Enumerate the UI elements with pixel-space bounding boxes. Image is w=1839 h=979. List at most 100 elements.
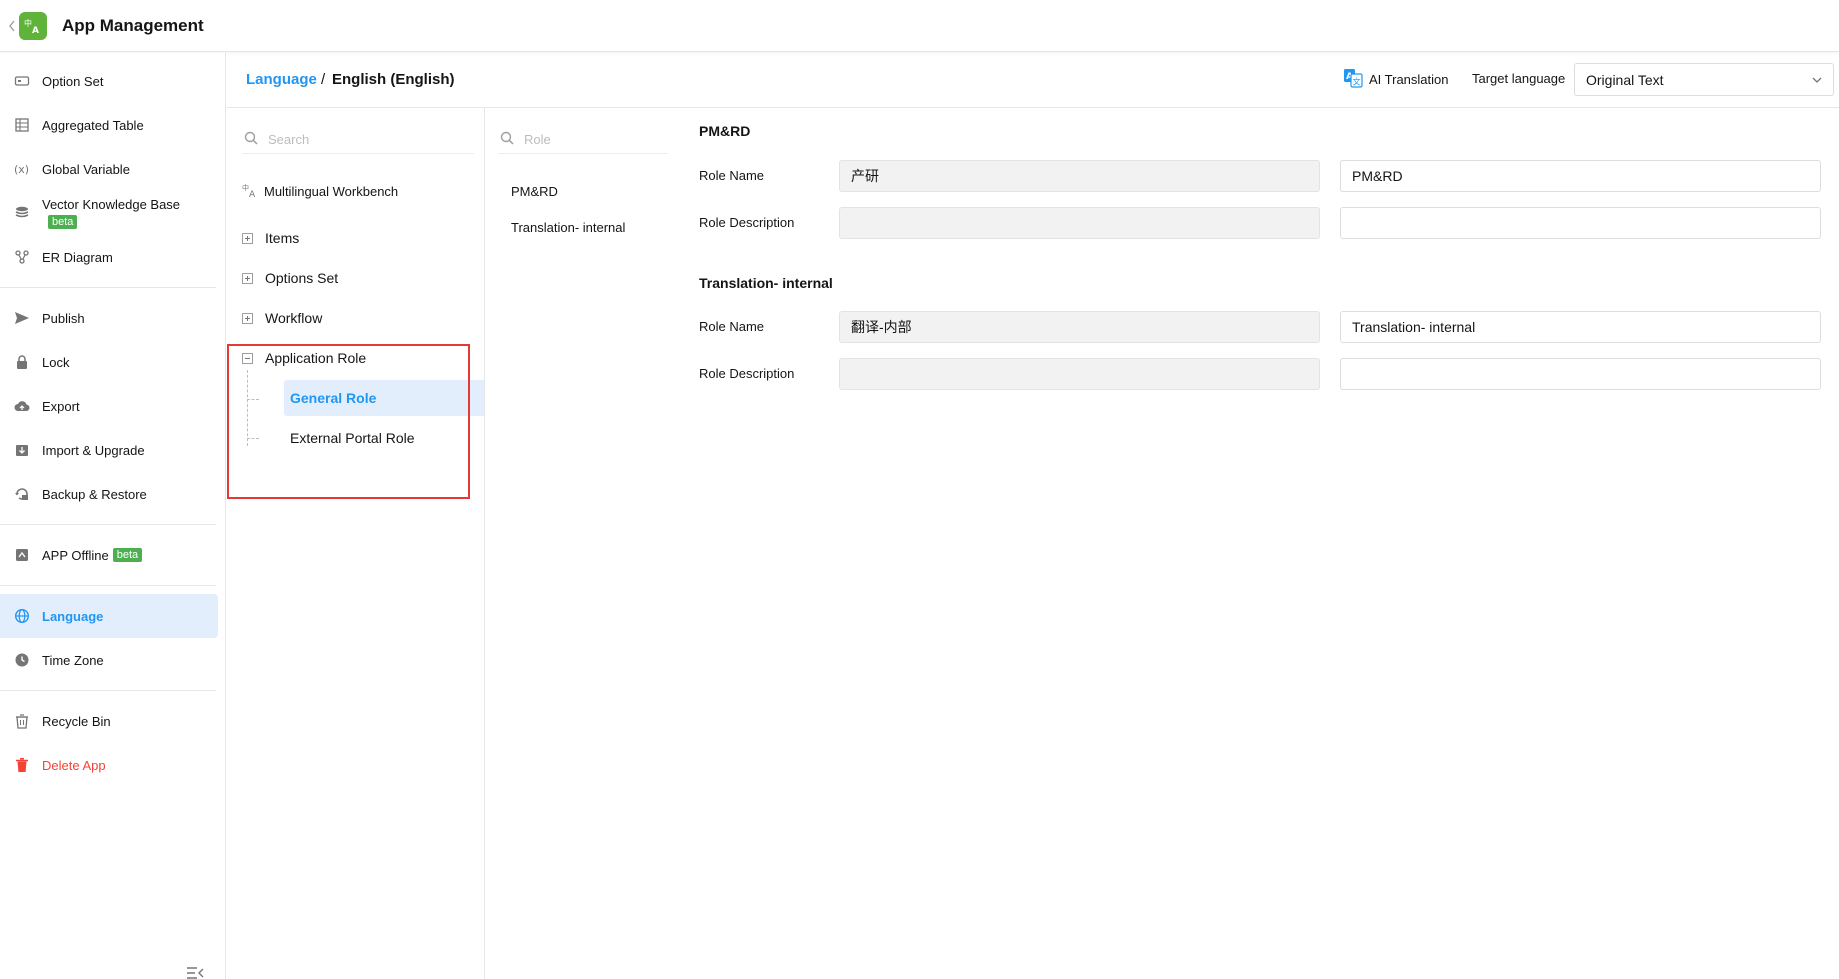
workbench-translate-icon: 中A [242,182,258,201]
sidebar-item-aggregated-table[interactable]: Aggregated Table [0,103,218,147]
clock-icon [14,652,30,668]
sidebar-item-label: Aggregated Table [42,117,144,133]
svg-text:A: A [249,190,256,198]
tree-node-label: Options Set [265,270,339,286]
tree-search-input[interactable] [268,132,448,147]
sidebar-item-label: APP Offline [42,547,109,563]
sidebar-item-label: Option Set [42,73,104,89]
section-title-pmrd: PM&RD [699,123,751,139]
sidebar-item-label: Language [42,608,104,624]
tree-node-options-set[interactable]: Options Set [242,264,338,292]
role-name-translation-input[interactable] [1340,160,1821,192]
role-item-translation-internal[interactable]: Translation- internal [511,216,625,238]
sidebar-item-label: Export [42,398,80,414]
breadcrumb-separator: / [321,71,326,88]
sidebar-item-time-zone[interactable]: Time Zone [0,638,218,682]
trash-icon [14,757,30,773]
sidebar-item-import-upgrade[interactable]: Import & Upgrade [0,428,218,472]
app-header: 中 A App Management [0,0,1839,52]
sidebar-item-global-variable[interactable]: (x) Global Variable [0,147,218,191]
role-description-label: Role Description [699,215,795,230]
role-search-input[interactable] [524,132,654,147]
globe-icon [14,608,30,624]
role-description-original [839,207,1320,239]
sidebar-item-label: Import & Upgrade [42,442,145,458]
search-icon [244,131,258,148]
role-name-original: 产研 [839,160,1320,192]
sidebar-item-label: Lock [42,354,70,370]
role-list-panel: PM&RD Translation- internal [486,108,686,979]
search-icon [500,131,514,148]
tree-node-items[interactable]: Items [242,224,299,252]
section-title-translation-internal: Translation- internal [699,275,833,291]
role-search [498,126,668,154]
offline-icon [14,547,30,563]
tree-search [242,126,474,154]
breadcrumb-language-link[interactable]: Language [246,71,317,88]
tree-node-workflow[interactable]: Workflow [242,304,322,332]
sidebar-item-export[interactable]: Export [0,384,218,428]
table-icon [14,117,30,133]
sidebar-item-language[interactable]: Language [0,594,218,638]
role-item-pmrd[interactable]: PM&RD [511,180,558,202]
option-set-icon [14,73,30,89]
app-logo-icon: 中 A [19,12,47,40]
multilingual-workbench-link[interactable]: 中A Multilingual Workbench [242,180,398,202]
expand-icon[interactable] [242,312,253,324]
cloud-upload-icon [14,398,30,414]
sidebar-item-label: Publish [42,310,85,326]
recycle-bin-icon [14,713,30,729]
sidebar-item-publish[interactable]: Publish [0,296,218,340]
sidebar-divider [0,287,216,288]
role-name-original: 翻译-内部 [839,311,1320,343]
svg-text:中: 中 [24,18,32,28]
chevron-down-icon [1811,73,1823,89]
variable-icon: (x) [14,161,30,177]
expand-icon[interactable] [242,272,253,284]
beta-badge: beta [112,548,143,562]
target-language-label: Target language [1472,71,1566,86]
sidebar-item-delete-app[interactable]: Delete App [0,743,218,787]
workbench-label: Multilingual Workbench [264,183,399,199]
collapse-sidebar-icon[interactable] [186,966,204,979]
svg-text:文: 文 [1353,76,1361,86]
database-icon [14,205,30,221]
ai-translation-button[interactable]: A文 AI Translation [1343,68,1449,90]
beta-badge: beta [48,215,78,229]
role-name-label: Role Name [699,168,765,183]
svg-text:A: A [32,26,39,36]
expand-icon[interactable] [242,232,253,244]
sidebar-item-lock[interactable]: Lock [0,340,218,384]
sidebar-item-er-diagram[interactable]: ER Diagram [0,235,218,279]
sidebar-item-recycle-bin[interactable]: Recycle Bin [0,699,218,743]
er-diagram-icon [14,249,30,265]
sidebar-divider [0,585,216,586]
ai-translation-label: AI Translation [1369,71,1449,87]
breadcrumb-current: English (English) [332,71,455,88]
app-title: App Management [62,16,204,35]
role-name-translation-input[interactable] [1340,311,1821,343]
sidebar-item-label: Recycle Bin [42,713,111,729]
sidebar: Option Set Aggregated Table (x) Global V… [0,53,226,979]
role-description-translation-input[interactable] [1340,207,1821,239]
role-description-translation-input[interactable] [1340,358,1821,390]
target-language-select[interactable]: Original Text [1574,63,1834,96]
svg-text:(x): (x) [14,163,29,176]
sidebar-item-option-set[interactable]: Option Set [0,59,218,103]
back-chevron-icon[interactable] [8,19,16,33]
highlight-annotation-box [227,344,470,499]
sidebar-item-label: Delete App [42,757,106,773]
role-name-label: Role Name [699,319,765,334]
send-icon [14,310,30,326]
tree-node-label: Workflow [265,310,323,326]
role-description-label: Role Description [699,366,795,381]
sidebar-item-label: Global Variable [42,161,130,177]
translate-icon: A文 [1343,68,1363,91]
sidebar-item-label: ER Diagram [42,249,113,265]
page-toolbar: Language / English (English) A文 AI Trans… [227,53,1839,108]
sidebar-item-label: Vector Knowledge Base [42,197,181,212]
role-description-original [839,358,1320,390]
sidebar-item-backup-restore[interactable]: Backup & Restore [0,472,218,516]
sidebar-divider [0,524,216,525]
sidebar-item-app-offline[interactable]: APP Offline beta [0,533,218,577]
